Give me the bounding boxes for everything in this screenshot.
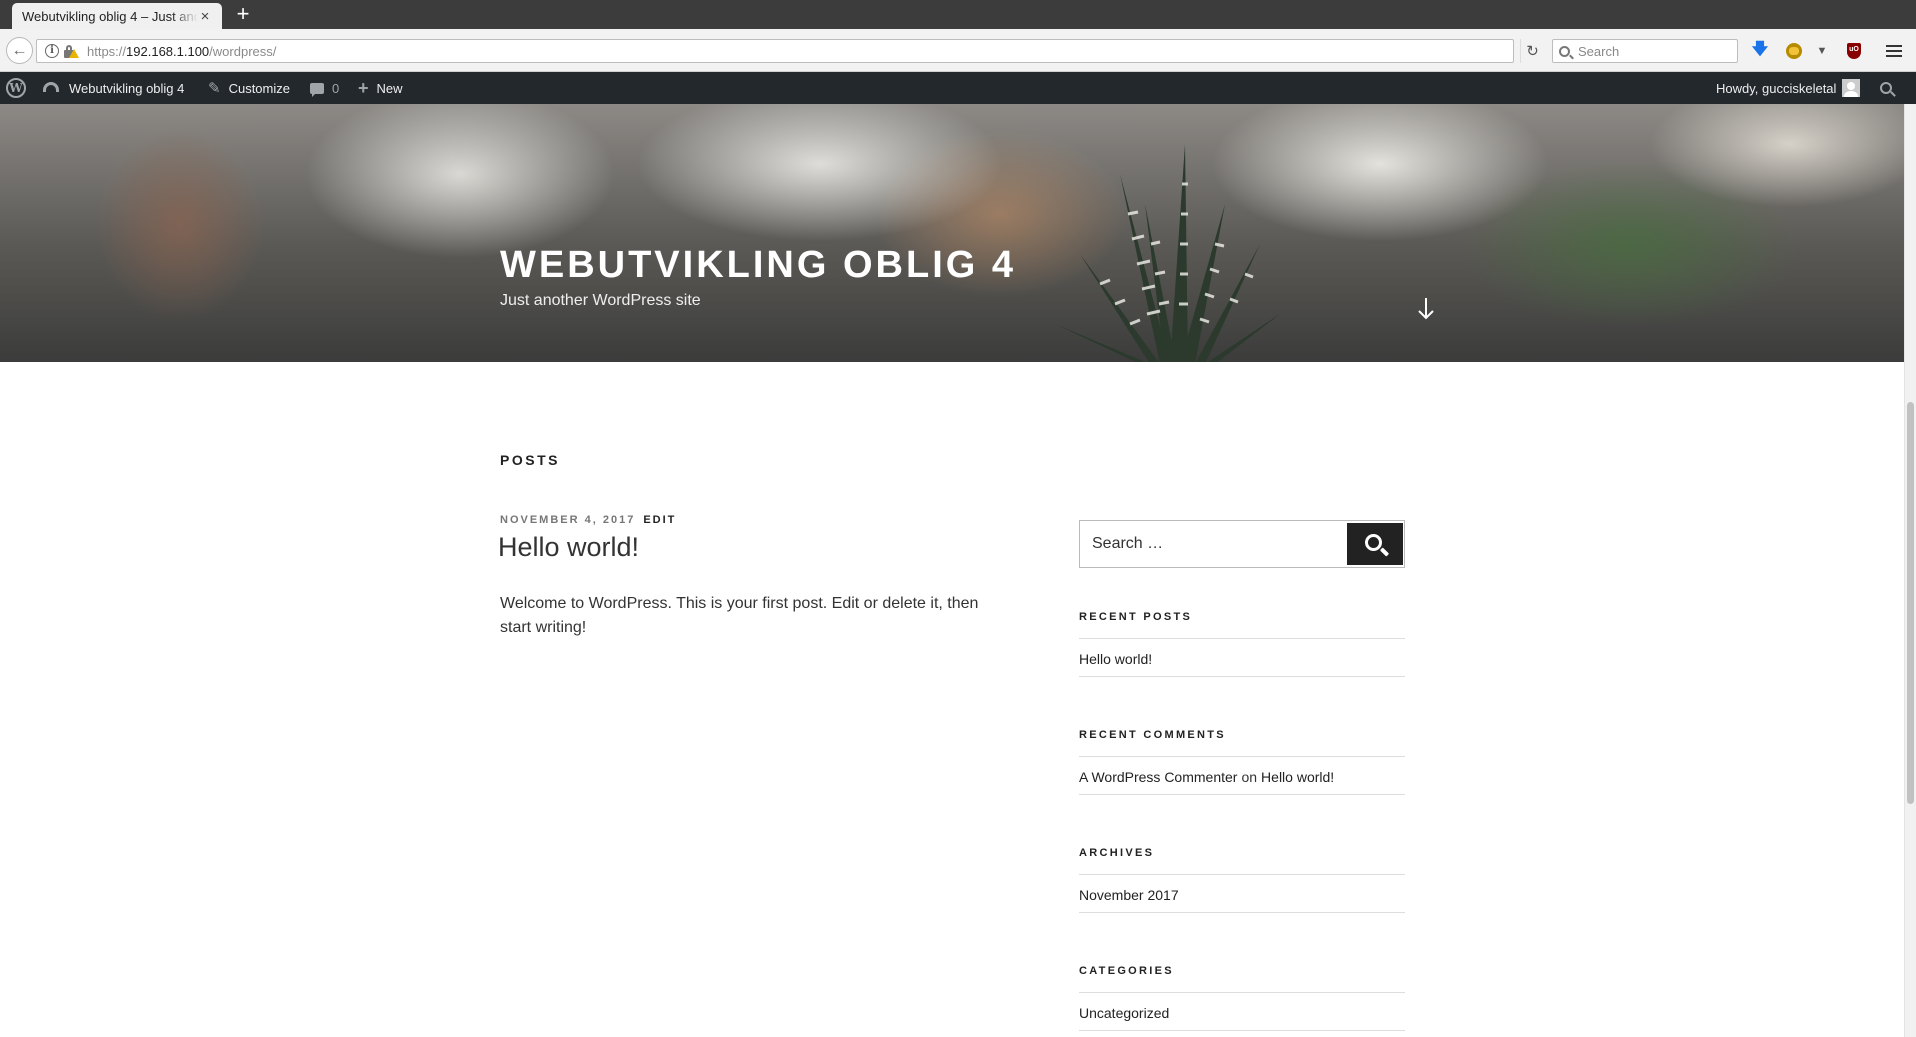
extension-icon[interactable] — [1784, 41, 1804, 61]
post-meta: November 4, 2017 Edit — [500, 514, 676, 526]
howdy-label: Howdy, gucciskeletal — [1716, 80, 1837, 96]
back-arrow-icon: ← — [11, 41, 28, 59]
widget-title: Recent Posts — [1079, 611, 1193, 623]
hamburger-menu-icon[interactable] — [1884, 41, 1904, 61]
sidebar-search-form — [1079, 520, 1405, 568]
url-path: /wordpress/ — [209, 43, 277, 59]
brush-icon: ✎ — [208, 80, 221, 97]
site-tagline: Just another WordPress site — [500, 292, 701, 309]
comments-count: 0 — [332, 80, 340, 96]
sidebar-search-button[interactable] — [1347, 523, 1403, 565]
customize-label: Customize — [228, 80, 290, 96]
admin-bar-my-account[interactable]: Howdy, gucciskeletal — [1716, 72, 1861, 104]
list-item[interactable]: November 2017 — [1079, 875, 1405, 913]
page-scrollbar[interactable] — [1904, 104, 1916, 1037]
admin-bar-new[interactable]: + New — [358, 72, 403, 104]
browser-nav-bar: ← i https://192.168.1.100/wordpress/ ↻ S… — [0, 29, 1916, 72]
widget-title: Recent Comments — [1079, 729, 1226, 741]
browser-search-placeholder: Search — [1578, 43, 1620, 59]
browser-tab[interactable]: Webutvikling oblig 4 – Just another Word… — [12, 3, 222, 29]
arrow-down-icon[interactable] — [1414, 294, 1438, 324]
admin-bar-search[interactable] — [1880, 72, 1892, 104]
wp-admin-bar: W Webutvikling oblig 4 ✎ Customize 0 + N… — [0, 72, 1916, 104]
admin-bar-customize[interactable]: ✎ Customize — [208, 72, 290, 104]
post-edit-link[interactable]: Edit — [643, 514, 676, 526]
scrollbar-thumb[interactable] — [1907, 402, 1914, 804]
search-icon — [1364, 533, 1382, 551]
site-title[interactable]: Webutvikling oblig 4 — [500, 244, 1016, 287]
wp-logo-menu[interactable]: W — [6, 72, 26, 104]
list-item: A WordPress Commenter on Hello world! — [1079, 757, 1405, 795]
browser-tab-title: Webutvikling oblig 4 – Just another Word… — [22, 8, 198, 24]
browser-tab-strip: Webutvikling oblig 4 – Just another Word… — [0, 0, 1916, 29]
pocket-icon[interactable]: ▼ — [1812, 41, 1832, 61]
widget-title: Categories — [1079, 965, 1174, 977]
close-tab-icon[interactable]: × — [198, 8, 212, 25]
list-item[interactable]: Uncategorized — [1079, 993, 1405, 1031]
url-host: 192.168.1.100 — [126, 43, 210, 59]
new-tab-button[interactable]: + — [232, 3, 254, 25]
dashboard-icon — [43, 82, 59, 92]
header-image: Webutvikling oblig 4 Just another WordPr… — [0, 104, 1904, 362]
comment-icon — [310, 82, 324, 97]
wordpress-logo-icon: W — [6, 78, 26, 98]
new-label: New — [376, 80, 403, 96]
post-date[interactable]: November 4, 2017 — [500, 514, 635, 526]
search-icon — [1559, 45, 1570, 57]
download-icon[interactable]: 🡇 — [1750, 41, 1770, 61]
plus-icon: + — [358, 77, 369, 98]
comment-post-link[interactable]: Hello world! — [1261, 769, 1334, 785]
site-name-label: Webutvikling oblig 4 — [69, 80, 185, 96]
address-bar[interactable]: i https://192.168.1.100/wordpress/ — [36, 39, 1514, 63]
admin-bar-site-name[interactable]: Webutvikling oblig 4 — [43, 72, 184, 104]
widget-title: Archives — [1079, 847, 1155, 859]
page-title: Posts — [500, 452, 560, 468]
browser-search-field[interactable]: Search — [1552, 39, 1738, 63]
widget-categories: Categories Uncategorized — [1079, 964, 1405, 1031]
reload-button[interactable]: ↻ — [1520, 39, 1544, 63]
insecure-lock-icon[interactable] — [63, 44, 79, 58]
admin-bar-comments[interactable]: 0 — [310, 72, 339, 104]
list-item[interactable]: Hello world! — [1079, 639, 1405, 677]
comment-on-label: on — [1241, 768, 1258, 785]
url-scheme: https:// — [87, 43, 127, 59]
back-button[interactable]: ← — [6, 37, 33, 64]
plant-image — [1055, 144, 1280, 362]
reload-icon: ↻ — [1526, 43, 1539, 60]
post-excerpt: Welcome to WordPress. This is your first… — [500, 595, 979, 636]
info-icon[interactable]: i — [45, 44, 59, 58]
avatar-icon — [1842, 79, 1861, 97]
comment-author-link[interactable]: A WordPress Commenter — [1079, 769, 1237, 785]
post-title[interactable]: Hello world! — [498, 532, 639, 563]
sidebar-search-input[interactable] — [1081, 522, 1343, 566]
ublock-icon[interactable]: uO — [1844, 41, 1864, 61]
widget-recent-posts: Recent Posts Hello world! — [1079, 610, 1405, 677]
widget-archives: Archives November 2017 — [1079, 846, 1405, 913]
widget-recent-comments: Recent Comments A WordPress Commenter on H… — [1079, 728, 1405, 795]
search-icon — [1880, 82, 1892, 94]
